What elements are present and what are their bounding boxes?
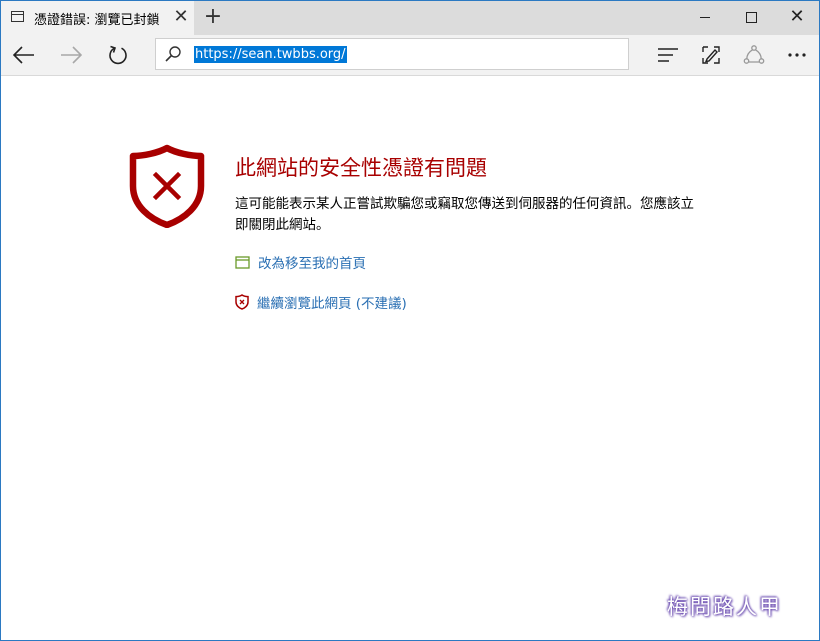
refresh-button[interactable] bbox=[102, 39, 134, 71]
go-home-link[interactable]: 改為移至我的首頁 bbox=[258, 252, 366, 272]
close-tab-icon[interactable]: ✕ bbox=[171, 7, 191, 27]
hub-button[interactable] bbox=[652, 39, 684, 71]
continue-link[interactable]: 繼續瀏覽此網頁 (不建議) bbox=[257, 292, 407, 312]
share-icon bbox=[743, 45, 765, 64]
search-icon bbox=[165, 46, 181, 62]
close-window-button[interactable]: ✕ bbox=[774, 1, 819, 33]
maximize-button[interactable] bbox=[728, 1, 774, 33]
address-bar[interactable]: https://sean.twbbs.org/ bbox=[155, 38, 629, 70]
shield-error-icon bbox=[129, 144, 205, 228]
new-tab-icon[interactable]: + bbox=[201, 5, 225, 29]
active-tab[interactable]: 憑證錯誤: 瀏覽已封鎖 ✕ bbox=[1, 1, 194, 35]
go-home-action[interactable]: 改為移至我的首頁 bbox=[235, 252, 366, 272]
forward-button[interactable] bbox=[55, 39, 87, 71]
more-icon bbox=[788, 53, 806, 57]
back-arrow-icon bbox=[13, 46, 34, 64]
tab-title: 憑證錯誤: 瀏覽已封鎖 bbox=[34, 13, 160, 28]
small-shield-icon bbox=[235, 294, 249, 310]
minimize-button[interactable] bbox=[682, 1, 728, 33]
web-note-icon bbox=[702, 46, 720, 64]
certificate-error-page: 此網站的安全性憑證有問題 這可能能表示某人正嘗試欺騙您或竊取您傳送到伺服器的任何… bbox=[1, 76, 819, 640]
more-button[interactable] bbox=[781, 39, 813, 71]
url-text[interactable]: https://sean.twbbs.org/ bbox=[194, 46, 347, 63]
home-page-icon bbox=[235, 255, 250, 269]
navigation-bar: https://sean.twbbs.org/ bbox=[1, 35, 819, 76]
browser-window: 憑證錯誤: 瀏覽已封鎖 ✕ + ✕ https://sean.twbbs.org… bbox=[0, 0, 820, 641]
title-bar: 憑證錯誤: 瀏覽已封鎖 ✕ + ✕ bbox=[1, 1, 819, 35]
error-headline: 此網站的安全性憑證有問題 bbox=[235, 156, 487, 180]
error-description: 這可能能表示某人正嘗試欺騙您或竊取您傳送到伺服器的任何資訊。您應該立即關閉此網站… bbox=[235, 196, 694, 233]
page-icon bbox=[11, 11, 24, 22]
back-button[interactable] bbox=[8, 39, 40, 71]
hub-icon bbox=[658, 48, 678, 62]
watermark: 梅問路人甲 bbox=[667, 595, 782, 619]
web-note-button[interactable] bbox=[695, 39, 727, 71]
refresh-icon bbox=[109, 45, 127, 65]
share-button[interactable] bbox=[738, 39, 770, 71]
forward-arrow-icon bbox=[61, 46, 82, 64]
continue-action[interactable]: 繼續瀏覽此網頁 (不建議) bbox=[235, 292, 407, 312]
